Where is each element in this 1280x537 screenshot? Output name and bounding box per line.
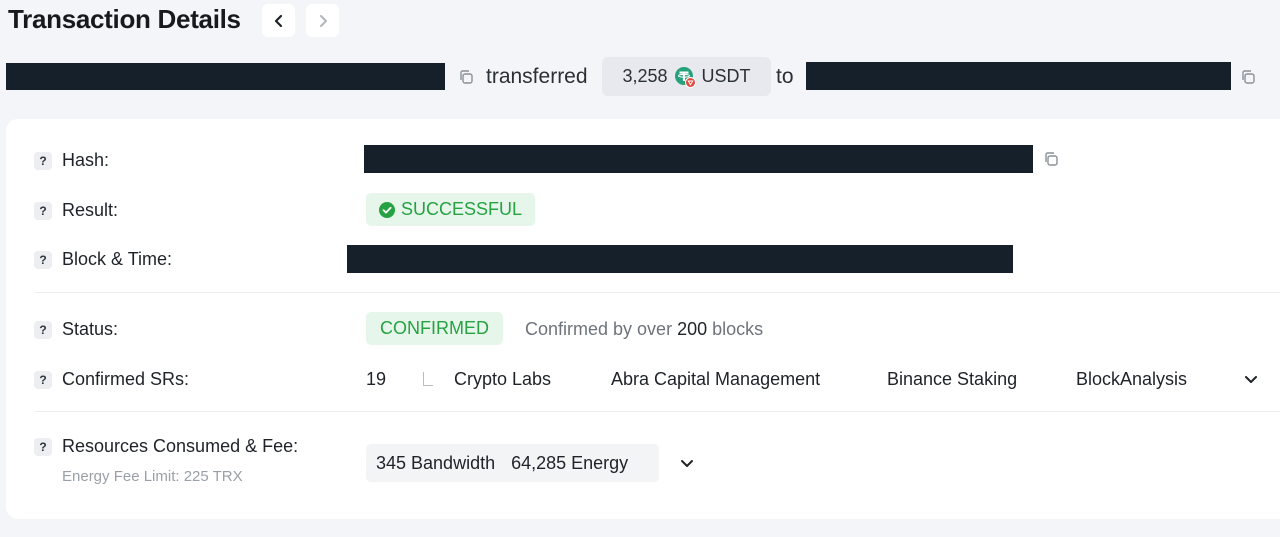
block-time-row-label: ? Block & Time:	[34, 249, 172, 270]
sr-separator	[423, 372, 433, 386]
status-value: CONFIRMED	[380, 318, 489, 338]
copy-icon[interactable]	[1043, 151, 1059, 167]
chevron-down-icon[interactable]	[678, 454, 696, 472]
confirmation-note-prefix: Confirmed by over	[525, 319, 673, 339]
help-icon[interactable]: ?	[34, 437, 52, 456]
energy-fee-limit: Energy Fee Limit: 225 TRX	[62, 468, 243, 485]
page-title: Transaction Details	[8, 4, 241, 34]
usdt-token-icon	[674, 66, 696, 88]
chevron-right-icon	[319, 14, 327, 27]
energy-value: 64,285 Energy	[511, 452, 629, 473]
confirmed-srs-row-label: ? Confirmed SRs:	[34, 369, 189, 390]
recipient-address-redacted	[806, 62, 1231, 90]
hash-label: Hash:	[62, 150, 110, 170]
sr-count: 19	[366, 369, 387, 389]
divider	[34, 292, 1280, 293]
hash-row-label: ? Hash:	[34, 150, 109, 171]
sender-address-redacted	[6, 63, 445, 90]
result-label: Result:	[62, 200, 119, 220]
help-icon[interactable]: ?	[34, 250, 52, 269]
resources-summary: 345 Bandwidth 64,285 Energy	[366, 444, 659, 482]
status-badge: CONFIRMED	[366, 312, 503, 345]
transfer-amount: 3,258	[622, 66, 668, 86]
confirmation-block-count: 200	[677, 319, 708, 339]
help-icon[interactable]: ?	[34, 151, 52, 170]
confirmation-note-suffix: blocks	[712, 319, 764, 339]
block-time-label: Block & Time:	[62, 249, 173, 269]
next-transaction-button[interactable]	[306, 4, 339, 37]
to-text: to	[776, 65, 794, 88]
hash-value-redacted	[364, 145, 1033, 173]
sr-item[interactable]: Binance Staking	[887, 369, 1017, 390]
help-icon[interactable]: ?	[34, 201, 52, 220]
block-time-value-redacted	[347, 245, 1013, 273]
result-badge: SUCCESSFUL	[366, 193, 536, 226]
bandwidth-value: 345 Bandwidth	[376, 452, 496, 473]
sr-item[interactable]: Abra Capital Management	[611, 369, 820, 390]
copy-icon[interactable]	[458, 69, 474, 85]
status-row-label: ? Status:	[34, 319, 118, 340]
sr-item[interactable]: BlockAnalysis	[1076, 369, 1187, 390]
result-row-label: ? Result:	[34, 200, 118, 221]
sr-item[interactable]: Crypto Labs	[454, 369, 551, 390]
chevron-down-icon[interactable]	[1242, 370, 1260, 388]
help-icon[interactable]: ?	[34, 320, 52, 339]
check-circle-icon	[379, 201, 395, 218]
transaction-details-page: Transaction Details transferred 3,258 US	[0, 0, 1280, 537]
result-value: SUCCESSFUL	[401, 199, 523, 219]
status-label: Status:	[62, 319, 119, 339]
divider	[34, 411, 1280, 412]
previous-transaction-button[interactable]	[262, 4, 295, 37]
resources-label: Resources Consumed & Fee:	[62, 436, 299, 456]
confirmed-srs-label: Confirmed SRs:	[62, 369, 190, 389]
chevron-left-icon	[274, 14, 282, 27]
transferred-text: transferred	[486, 65, 588, 88]
resources-row-label: ? Resources Consumed & Fee:	[34, 436, 298, 457]
help-icon[interactable]: ?	[34, 370, 52, 389]
token-symbol: USDT	[701, 66, 751, 86]
copy-icon[interactable]	[1240, 69, 1256, 85]
confirmation-note: Confirmed by over 200 blocks	[525, 319, 763, 340]
amount-pill[interactable]: 3,258 USDT	[602, 57, 771, 96]
